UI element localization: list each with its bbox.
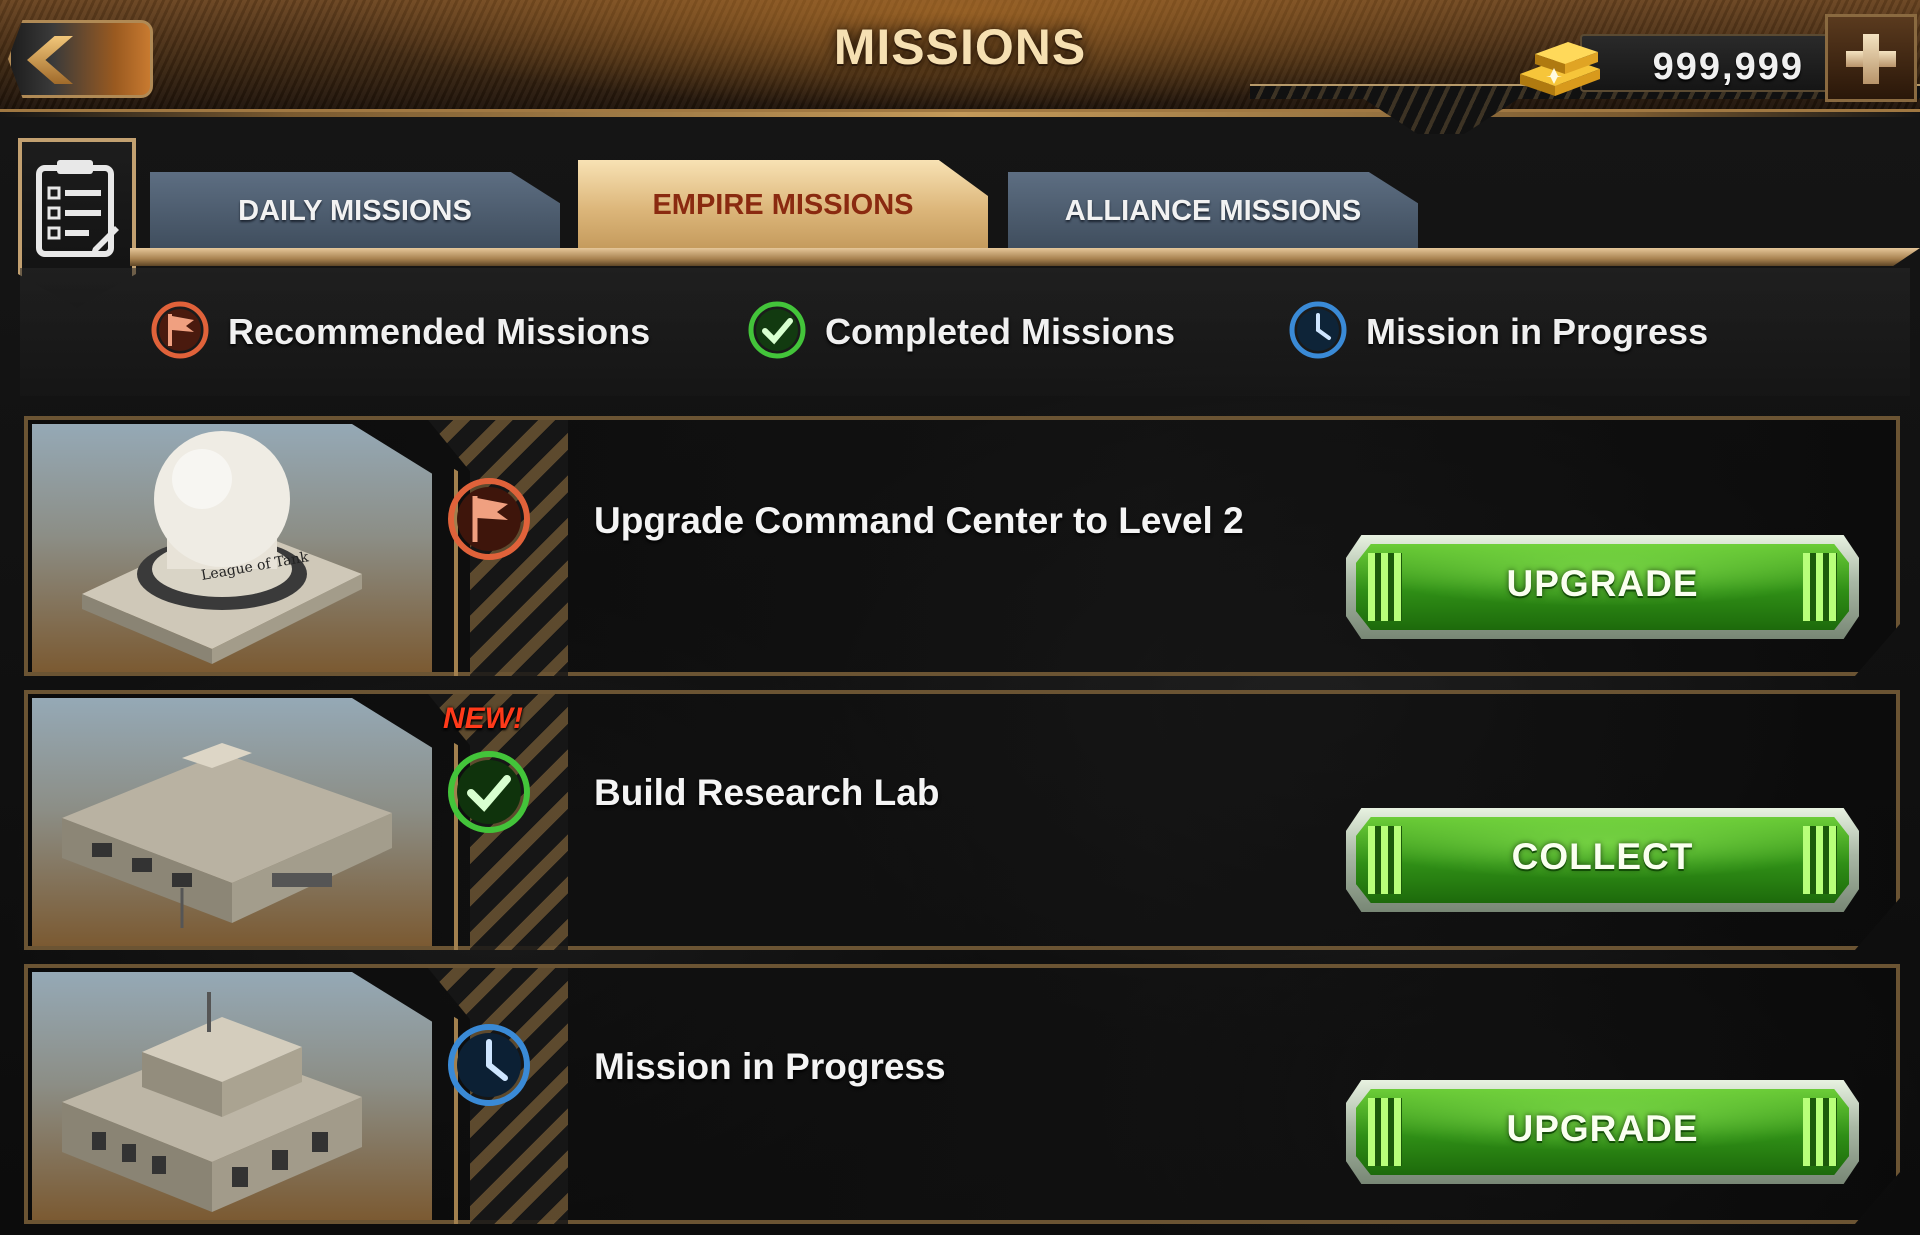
mission-tabs: DAILY MISSIONS EMPIRE MISSIONS ALLIANCE …: [150, 160, 1920, 250]
tab-label: DAILY MISSIONS: [238, 194, 472, 227]
status-legend: Recommended Missions Completed Missions: [20, 268, 1910, 396]
gold-amount: 999,999: [1652, 46, 1804, 88]
mission-row: League of Tank Upgrade Command Center to…: [24, 416, 1900, 676]
page-title: MISSIONS: [833, 19, 1087, 75]
flag-icon: [150, 300, 210, 365]
clock-icon: [446, 1022, 532, 1113]
tab-daily-missions[interactable]: DAILY MISSIONS: [150, 172, 560, 250]
chevron-left-icon: [27, 36, 73, 84]
checkmark-icon: [747, 300, 807, 365]
missions-screen: MISSIONS 999,999 DAILY MISSIONS EMPIRE M…: [0, 0, 1920, 1235]
tab-label: ALLIANCE MISSIONS: [1064, 194, 1362, 227]
new-badge: NEW!: [443, 702, 523, 735]
mission-thumbnail: League of Tank: [32, 424, 432, 672]
mission-thumbnail: [32, 972, 432, 1220]
collect-button[interactable]: COLLECT: [1346, 808, 1859, 912]
tab-divider: [130, 248, 1920, 266]
flag-icon: [446, 476, 532, 567]
gold-amount-box: 999,999: [1580, 34, 1830, 92]
tab-alliance-missions[interactable]: ALLIANCE MISSIONS: [1008, 172, 1418, 250]
command-center-dome-icon: League of Tank: [82, 431, 362, 664]
mission-thumbnail: [32, 698, 432, 946]
mission-title: Mission in Progress: [594, 1046, 946, 1087]
tab-label: EMPIRE MISSIONS: [652, 188, 914, 221]
upgrade-button[interactable]: UPGRADE: [1346, 535, 1859, 639]
legend-label: Recommended Missions: [228, 311, 651, 352]
back-button[interactable]: [8, 20, 153, 98]
research-lab-icon: [62, 743, 392, 928]
legend-label: Mission in Progress: [1366, 311, 1709, 352]
button-label: UPGRADE: [1506, 563, 1699, 604]
tab-empire-missions[interactable]: EMPIRE MISSIONS: [578, 160, 988, 250]
mission-row: NEW! Build Research Lab COLLECT: [24, 690, 1900, 950]
mission-title: Build Research Lab: [594, 772, 940, 813]
clock-icon: [1288, 300, 1348, 365]
button-label: UPGRADE: [1506, 1108, 1699, 1149]
checkmark-icon: [446, 749, 532, 840]
legend-recommended: Recommended Missions: [150, 268, 650, 396]
currency-display: 999,999: [1250, 14, 1920, 139]
gold-bars-icon: [1510, 24, 1610, 104]
button-label: COLLECT: [1511, 836, 1694, 877]
legend-label: Completed Missions: [825, 311, 1176, 352]
add-currency-button[interactable]: [1825, 14, 1917, 102]
legend-in-progress: Mission in Progress: [1288, 268, 1708, 396]
barracks-building-icon: [62, 992, 362, 1212]
mission-title: Upgrade Command Center to Level 2: [594, 500, 1244, 541]
upgrade-button[interactable]: UPGRADE: [1346, 1080, 1859, 1184]
legend-completed: Completed Missions: [747, 268, 1175, 396]
mission-row: Mission in Progress UPGRADE: [24, 964, 1900, 1224]
